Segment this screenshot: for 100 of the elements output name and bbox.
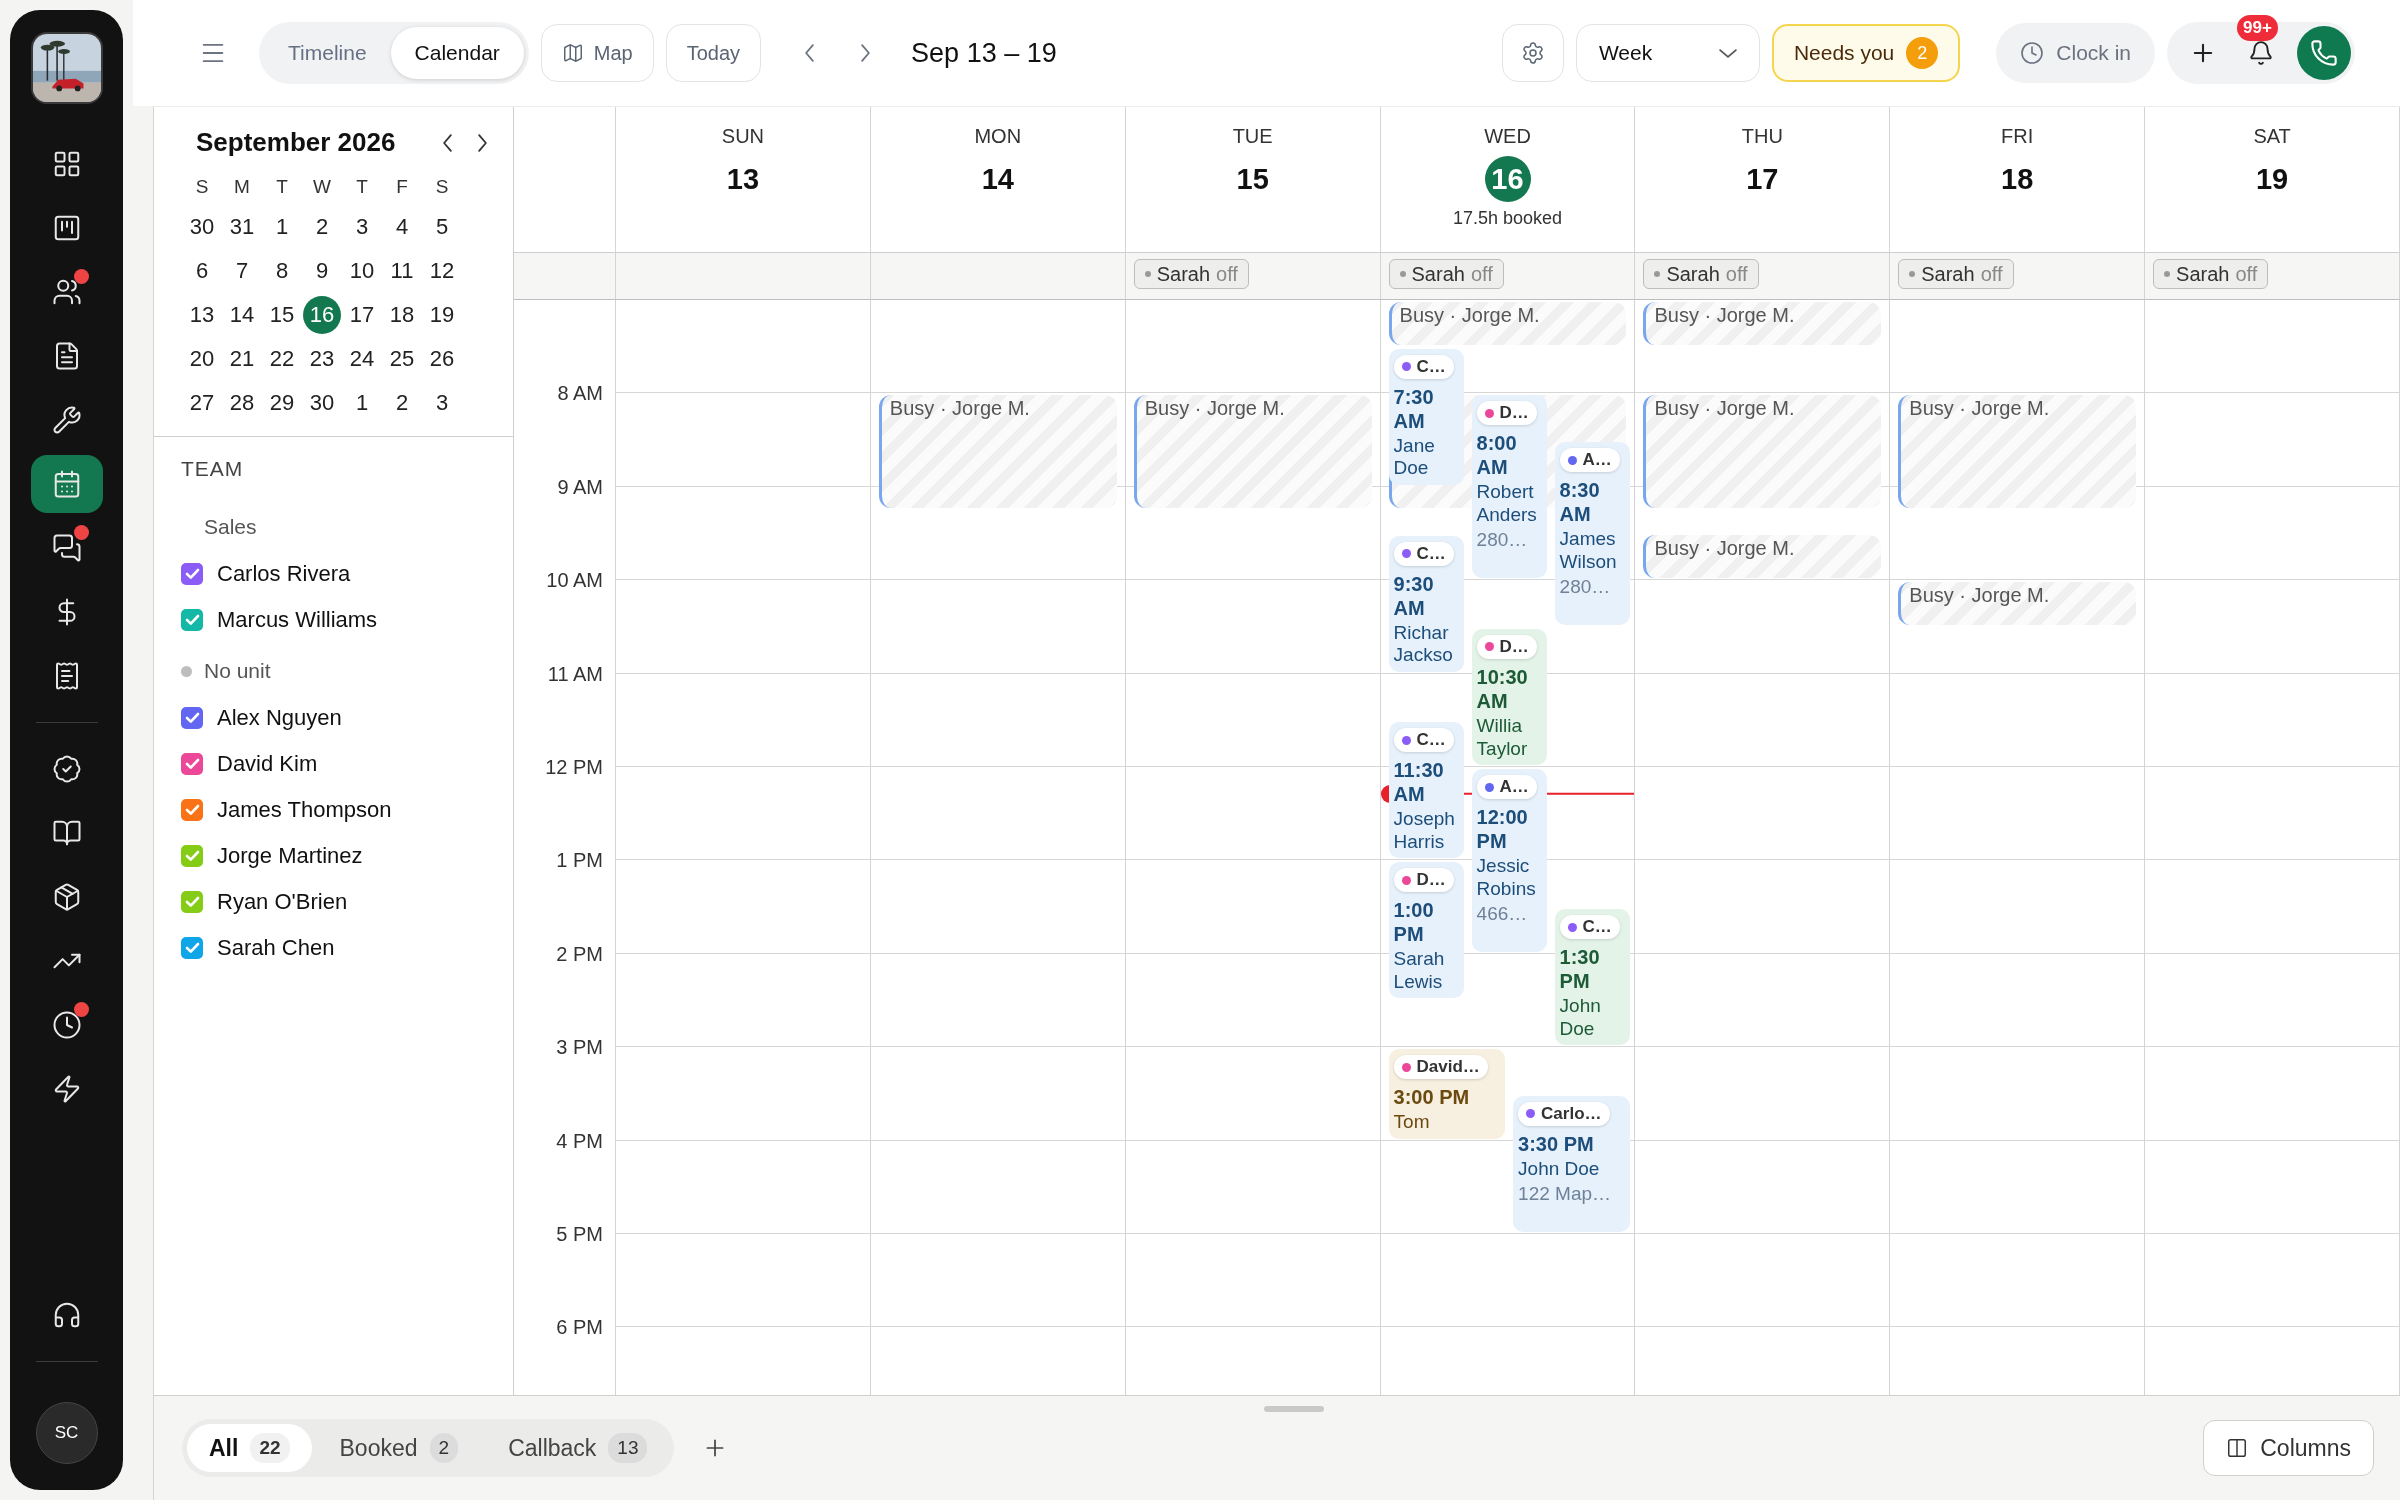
calendar-day[interactable]: 11: [383, 252, 421, 290]
customer-name: Willia Taylor: [1476, 714, 1529, 761]
view-tab[interactable]: Timeline: [264, 27, 391, 79]
appointment-card[interactable]: D… 1:00 PM Sarah Lewis: [1388, 862, 1464, 999]
checkbox[interactable]: [181, 891, 203, 913]
hour-label: 8 AM: [557, 381, 603, 405]
calendar-day[interactable]: 3: [343, 208, 381, 246]
appointment-card[interactable]: A… 12:00 PM Jessic Robins 466…: [1471, 769, 1547, 952]
calendar-day[interactable]: 5: [423, 208, 461, 246]
calendar-day[interactable]: 8: [263, 252, 301, 290]
calendar-day[interactable]: 30: [183, 208, 221, 246]
calendar-day[interactable]: 23: [303, 340, 341, 378]
phone-button[interactable]: [2297, 26, 2351, 80]
checkbox[interactable]: [181, 845, 203, 867]
count-badge: 2: [1906, 37, 1939, 69]
calendar-day[interactable]: 30: [303, 384, 341, 422]
month-title: September 2026: [196, 127, 396, 158]
weekday-label: SAT: [2253, 125, 2291, 148]
resize-handle[interactable]: [1264, 1406, 1324, 1412]
calendar-day[interactable]: 24: [343, 340, 381, 378]
appointment-time: 1:00 PM: [1393, 898, 1435, 947]
calendar-day[interactable]: 10: [343, 252, 381, 290]
calendar-day[interactable]: 25: [383, 340, 421, 378]
clock-icon: [2020, 41, 2045, 65]
checkbox[interactable]: [181, 609, 203, 631]
calendar-day[interactable]: 14: [223, 296, 261, 334]
date-number[interactable]: 13: [719, 156, 766, 202]
date-number[interactable]: 18: [1994, 156, 2041, 202]
chat-icon: [51, 533, 82, 563]
next-month-button[interactable]: [476, 131, 489, 154]
checkbox[interactable]: [181, 799, 203, 821]
date-number[interactable]: 15: [1229, 156, 1276, 202]
calendar-day[interactable]: 27: [183, 384, 221, 422]
appointment-card[interactable]: David… 3:00 PM Tom: [1388, 1049, 1506, 1139]
calendar-day[interactable]: 2: [383, 384, 421, 422]
date-number[interactable]: 14: [974, 156, 1021, 202]
calendar-day[interactable]: 9: [303, 252, 341, 290]
calendar-day[interactable]: 20: [183, 340, 221, 378]
columns-button[interactable]: Columns: [2203, 1420, 2374, 1476]
weekday-label: SUN: [721, 125, 765, 148]
date-number[interactable]: 16: [1484, 156, 1531, 202]
appointment-card[interactable]: D… 8:00 AM Robert Anders 280…: [1471, 395, 1547, 579]
calendar-day[interactable]: 1: [343, 384, 381, 422]
user-avatar[interactable]: SC: [35, 1402, 98, 1464]
calendar-day[interactable]: 15: [263, 296, 301, 334]
checkbox[interactable]: [181, 937, 203, 959]
calendar-day[interactable]: 1: [263, 208, 301, 246]
appointment-card[interactable]: A… 8:30 AM James Wilson 280…: [1554, 442, 1630, 625]
calendar-day[interactable]: 21: [223, 340, 261, 378]
checkbox[interactable]: [181, 707, 203, 729]
appointment-card[interactable]: Carlo… 3:30 PM John Doe 122 Map…: [1513, 1095, 1630, 1232]
calendar-day[interactable]: 19: [423, 296, 461, 334]
weekday-label: TUE: [1232, 125, 1273, 148]
calendar-day[interactable]: 7: [223, 252, 261, 290]
checkbox[interactable]: [181, 753, 203, 775]
settings-button[interactable]: [1501, 24, 1564, 82]
period-select[interactable]: Week: [1575, 24, 1760, 82]
date-number[interactable]: 17: [1739, 156, 1786, 202]
calendar-day[interactable]: 29: [263, 384, 301, 422]
today-button[interactable]: Today: [665, 24, 762, 82]
filter-tab[interactable]: Callback 13: [486, 1424, 670, 1472]
map-button[interactable]: Map: [540, 24, 654, 82]
clock-in-button[interactable]: Clock in: [1996, 23, 2155, 83]
calendar-day[interactable]: 2: [303, 208, 341, 246]
calendar-day[interactable]: 16: [303, 296, 341, 334]
calendar-day[interactable]: 18: [383, 296, 421, 334]
date-number[interactable]: 19: [2249, 156, 2296, 202]
appointment-card[interactable]: C… 1:30 PM John Doe: [1554, 909, 1630, 1046]
view-tab[interactable]: Calendar: [390, 27, 524, 79]
time-off-chip: Sarah off: [2153, 259, 2269, 289]
appointment-card[interactable]: C… 11:30 AM Joseph Harris: [1388, 722, 1464, 859]
appointment-time: 10:30 AM: [1476, 664, 1529, 713]
calendar-day[interactable]: 4: [383, 208, 421, 246]
needs-you-button[interactable]: Needs you 2: [1771, 24, 1961, 82]
calendar-day[interactable]: 26: [423, 340, 461, 378]
calendar-day[interactable]: 12: [423, 252, 461, 290]
busy-label: Busy · Jorge M.: [1654, 304, 1795, 326]
checkbox[interactable]: [181, 563, 203, 585]
weekday-label: W: [313, 175, 331, 199]
calendar-day[interactable]: 22: [263, 340, 301, 378]
weekday-label: T: [356, 175, 368, 199]
previous-month-button[interactable]: [441, 131, 454, 154]
chevron-left-icon: [804, 44, 814, 62]
filter-tab[interactable]: All 22: [187, 1424, 312, 1472]
nav-button[interactable]: [30, 455, 103, 513]
calendar-day[interactable]: 6: [183, 252, 221, 290]
calendar-day[interactable]: 31: [223, 208, 261, 246]
filter-tab[interactable]: Booked 2: [317, 1424, 481, 1472]
member-name: Ryan O'Brien: [217, 889, 348, 915]
calendar-day[interactable]: 28: [223, 384, 261, 422]
hour-label: 12 PM: [545, 755, 603, 779]
calendar-day[interactable]: 13: [183, 296, 221, 334]
calendar-day[interactable]: 17: [343, 296, 381, 334]
appointment-card[interactable]: C… 9:30 AM Richar Jackso: [1388, 535, 1464, 672]
appointment-card[interactable]: D… 10:30 AM Willia Taylor: [1471, 628, 1547, 765]
checkmark-icon: [185, 759, 199, 769]
assignee-chip: A…: [1476, 775, 1537, 799]
customer-address: 280…: [1559, 575, 1611, 599]
appointment-card[interactable]: C… 7:30 AM Jane Doe: [1388, 348, 1464, 485]
calendar-day[interactable]: 3: [423, 384, 461, 422]
